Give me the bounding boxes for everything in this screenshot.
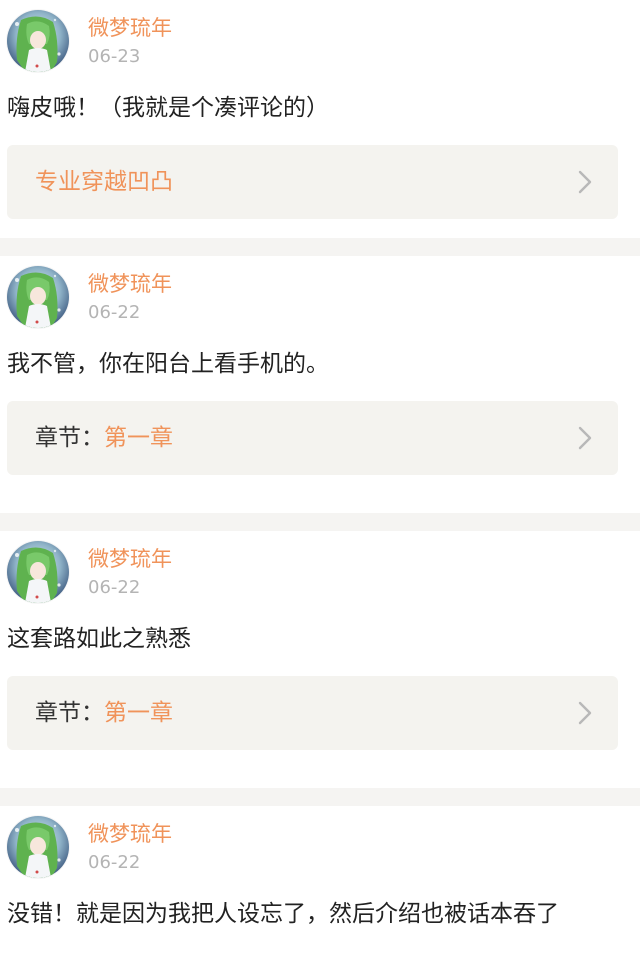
divider xyxy=(0,513,640,531)
username[interactable]: 微梦琉年 xyxy=(88,820,172,848)
reference-title: 专业穿越凹凸 xyxy=(35,169,173,195)
reference-label: 章节：第一章 xyxy=(35,697,173,729)
user-avatar[interactable] xyxy=(7,10,69,72)
avatar-image xyxy=(7,10,69,72)
comment-feed: 微梦琉年 06-23 嗨皮哦！（我就是个凑评论的） 专业穿越凹凸 微梦琉年 06… xyxy=(0,0,640,961)
reference-label: 章节：第一章 xyxy=(35,422,173,454)
comment-text: 我不管，你在阳台上看手机的。 xyxy=(7,351,329,377)
avatar-image xyxy=(7,541,69,603)
comment-date: 06-23 xyxy=(88,46,141,67)
reference-card[interactable]: 专业穿越凹凸 xyxy=(7,145,618,219)
comment-date: 06-22 xyxy=(88,577,141,598)
comment-item: 微梦琉年 06-22 这套路如此之熟悉 章节：第一章 xyxy=(0,531,640,788)
chevron-right-icon xyxy=(578,426,592,450)
username[interactable]: 微梦琉年 xyxy=(88,270,172,298)
comment-text: 这套路如此之熟悉 xyxy=(7,626,191,652)
comment-item: 微梦琉年 06-23 嗨皮哦！（我就是个凑评论的） 专业穿越凹凸 xyxy=(0,0,640,238)
comment-item: 微梦琉年 06-22 没错！就是因为我把人设忘了，然后介绍也被话本吞了 xyxy=(0,806,640,961)
user-avatar[interactable] xyxy=(7,266,69,328)
reference-prefix: 章节： xyxy=(35,425,104,451)
reference-prefix: 章节： xyxy=(35,700,104,726)
reference-title: 第一章 xyxy=(104,425,173,451)
user-avatar[interactable] xyxy=(7,541,69,603)
chevron-right-icon xyxy=(578,701,592,725)
username[interactable]: 微梦琉年 xyxy=(88,545,172,573)
comment-text: 嗨皮哦！（我就是个凑评论的） xyxy=(7,95,329,121)
avatar-image xyxy=(7,266,69,328)
user-avatar[interactable] xyxy=(7,816,69,878)
comment-text: 没错！就是因为我把人设忘了，然后介绍也被话本吞了 xyxy=(7,901,559,927)
reference-card[interactable]: 章节：第一章 xyxy=(7,676,618,750)
comment-item: 微梦琉年 06-22 我不管，你在阳台上看手机的。 章节：第一章 xyxy=(0,256,640,513)
chevron-right-icon xyxy=(578,170,592,194)
reference-card[interactable]: 章节：第一章 xyxy=(7,401,618,475)
avatar-image xyxy=(7,816,69,878)
reference-title: 第一章 xyxy=(104,700,173,726)
username[interactable]: 微梦琉年 xyxy=(88,14,172,42)
divider xyxy=(0,788,640,806)
comment-date: 06-22 xyxy=(88,302,141,323)
reference-label: 专业穿越凹凸 xyxy=(35,166,173,198)
comment-date: 06-22 xyxy=(88,852,141,873)
divider xyxy=(0,238,640,256)
